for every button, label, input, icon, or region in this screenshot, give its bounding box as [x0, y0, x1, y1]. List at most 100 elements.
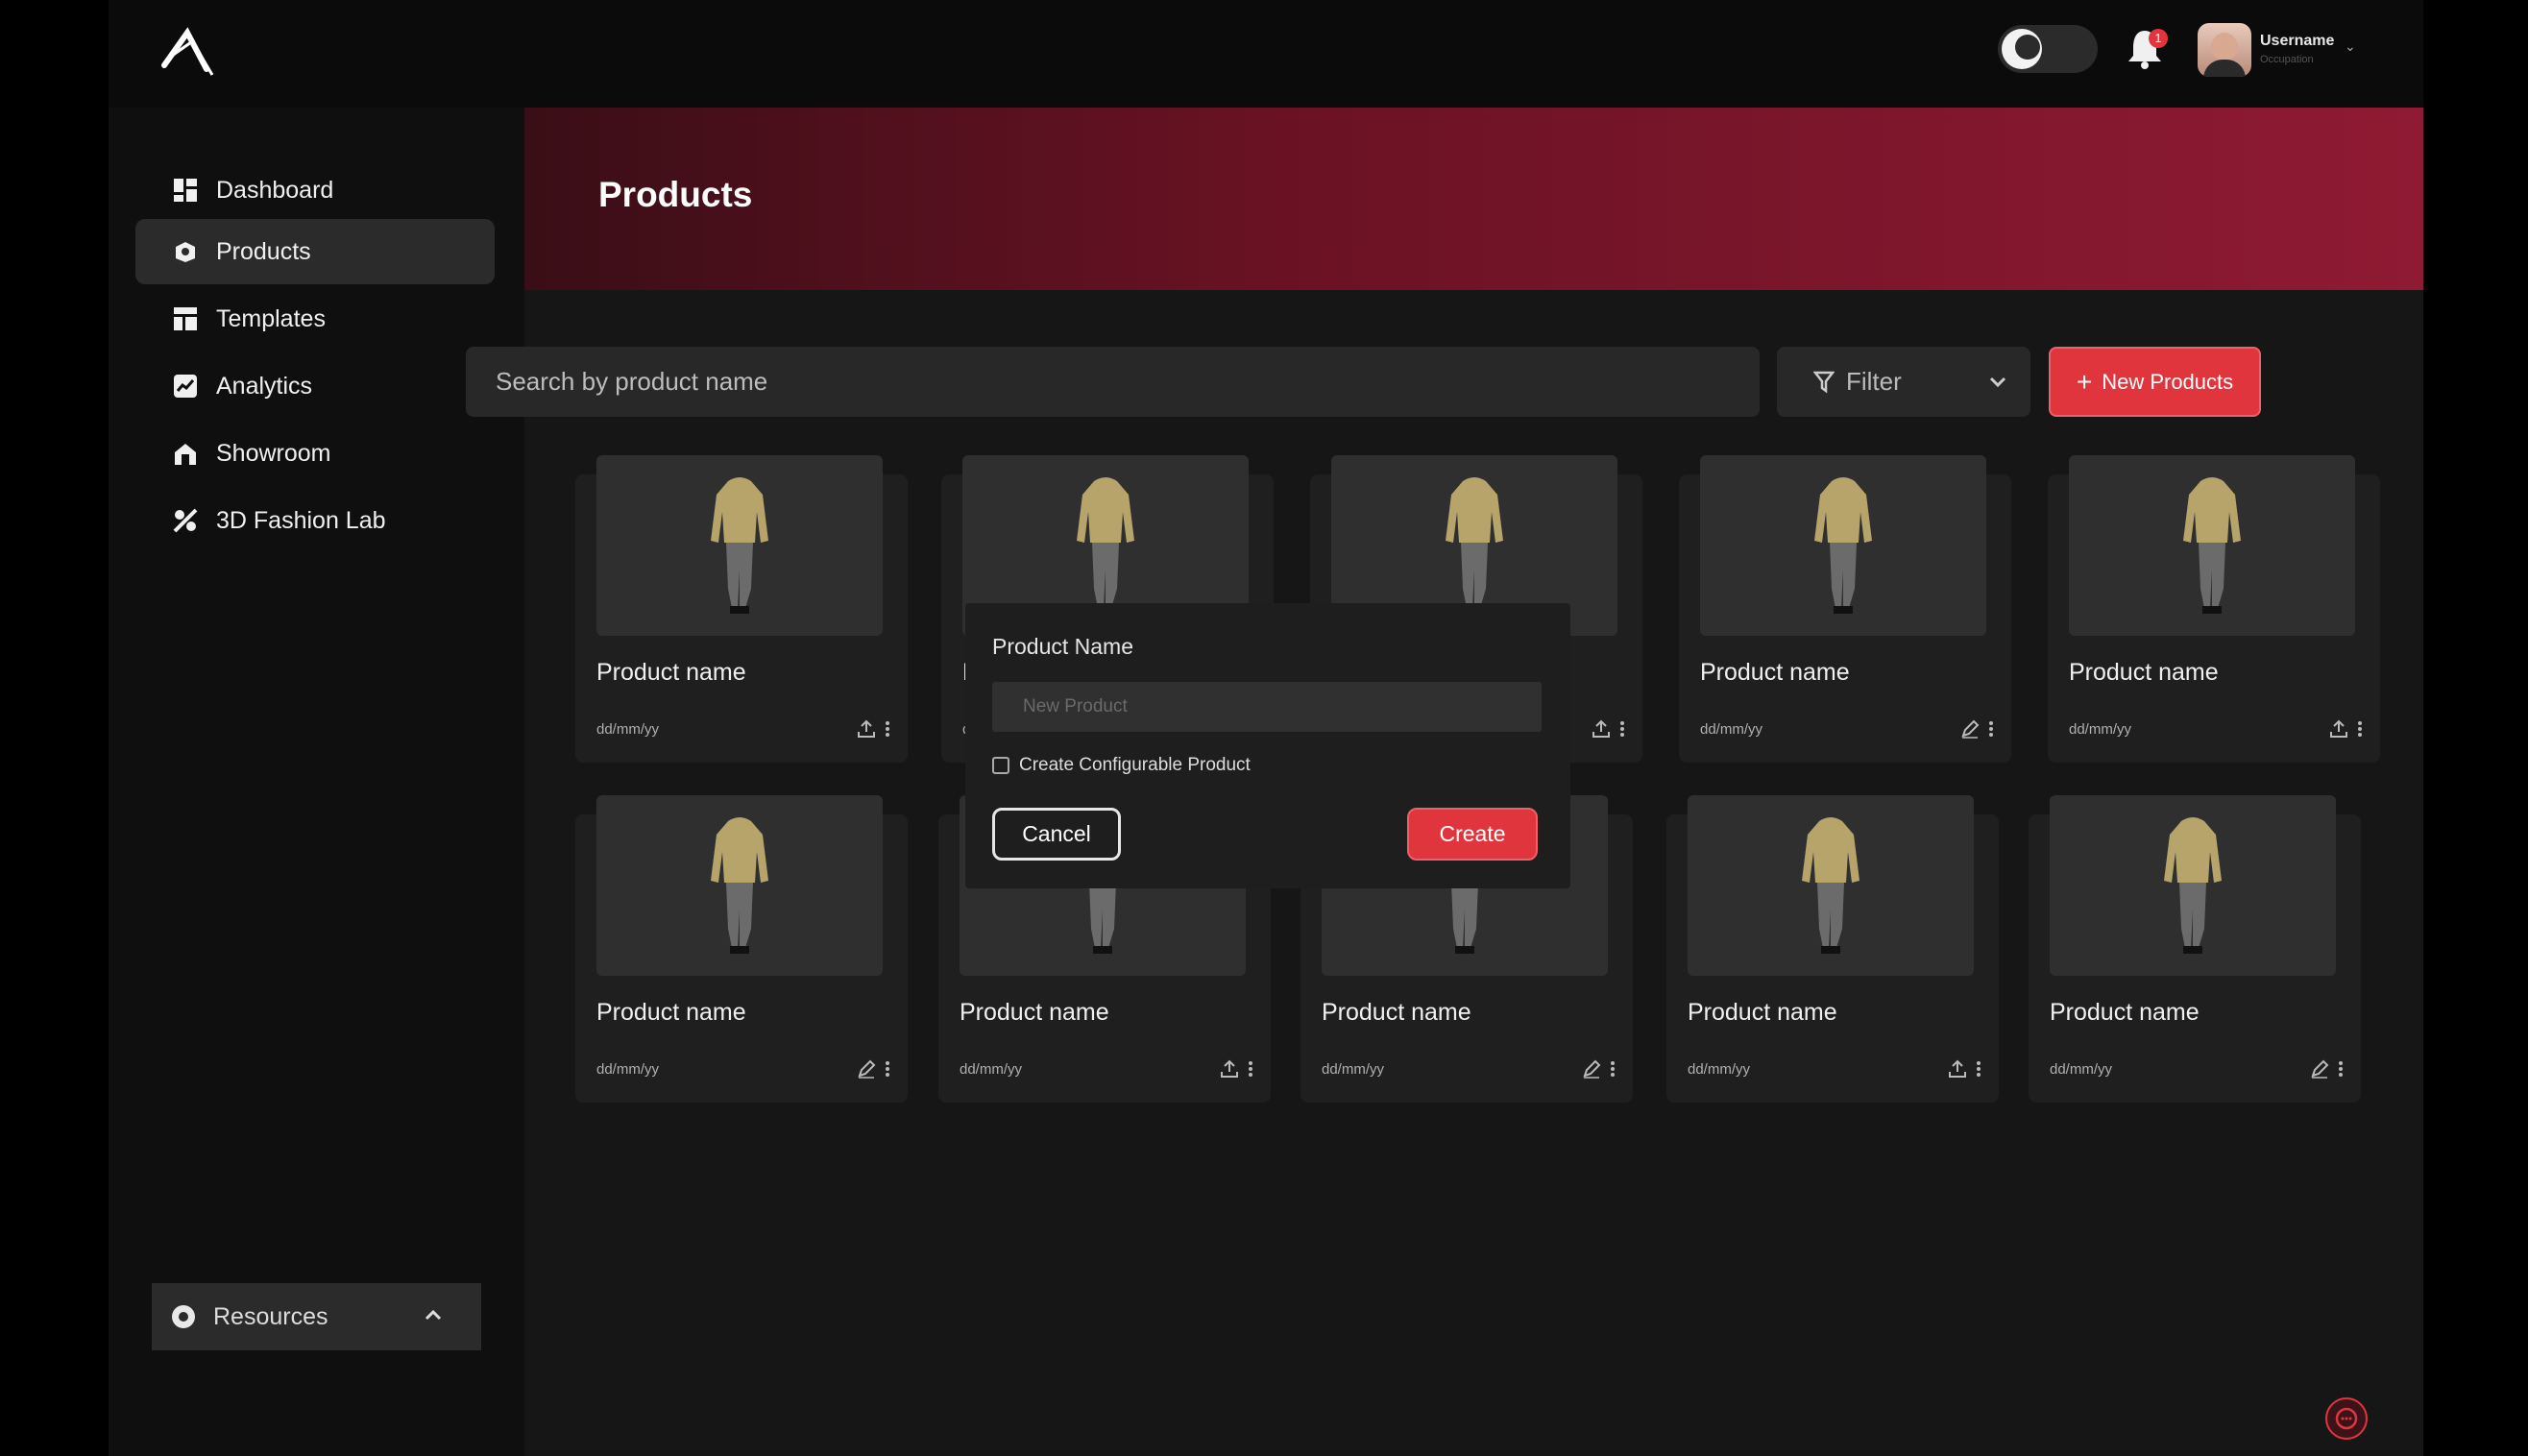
chevron-up-icon — [425, 1309, 442, 1321]
product-name-input[interactable] — [992, 682, 1542, 732]
sidebar: Dashboard Products Templates Analytics S… — [109, 108, 524, 1456]
create-button[interactable]: Create — [1407, 808, 1538, 861]
more-options-icon[interactable] — [1988, 718, 1994, 740]
search-input[interactable] — [496, 367, 1760, 397]
new-product-dialog: Product Name Create Configurable Product… — [965, 603, 1570, 888]
chat-icon — [2335, 1407, 2358, 1430]
product-date: dd/mm/yy — [2050, 1061, 2113, 1078]
configurable-checkbox-label: Create Configurable Product — [1019, 755, 1251, 775]
templates-icon — [172, 305, 199, 332]
product-thumbnail[interactable] — [2050, 795, 2336, 976]
showroom-icon — [172, 440, 199, 467]
more-options-icon[interactable] — [1248, 1058, 1253, 1080]
product-name-label: Product Name — [992, 634, 1134, 659]
product-name: Product name — [2050, 999, 2200, 1026]
edit-icon[interactable] — [1581, 1058, 1602, 1080]
theme-toggle[interactable] — [1998, 25, 2098, 73]
sidebar-item-analytics[interactable]: Analytics — [135, 353, 495, 419]
notification-badge: 1 — [2149, 29, 2168, 48]
product-thumbnail[interactable] — [596, 795, 883, 976]
top-bar: 1 Username Occupation ⌄ — [109, 0, 2423, 108]
product-thumbnail[interactable] — [2069, 455, 2355, 636]
brand-logo — [161, 27, 214, 76]
product-date: dd/mm/yy — [1688, 1061, 1751, 1078]
product-card[interactable]: Product name dd/mm/yy — [575, 455, 908, 763]
edit-icon[interactable] — [856, 1058, 877, 1080]
product-thumbnail[interactable] — [596, 455, 883, 636]
product-card[interactable]: Product name dd/mm/yy — [2048, 455, 2380, 763]
resources-label: Resources — [213, 1302, 328, 1330]
sidebar-item-label: Templates — [216, 304, 326, 332]
moon-icon — [2002, 29, 2042, 69]
product-thumbnail[interactable] — [1700, 455, 1986, 636]
user-occupation: Occupation — [2260, 54, 2314, 65]
chevron-down-icon — [1989, 376, 2006, 388]
avatar[interactable] — [2198, 23, 2251, 77]
product-name: Product name — [960, 999, 1109, 1026]
product-name: Product name — [2069, 659, 2219, 686]
sidebar-item-products[interactable]: Products — [135, 219, 495, 284]
more-options-icon[interactable] — [1976, 1058, 1981, 1080]
sidebar-item-label: Products — [216, 237, 311, 265]
product-thumbnail[interactable] — [1688, 795, 1974, 976]
configurable-checkbox[interactable]: Create Configurable Product — [992, 755, 1251, 776]
more-options-icon[interactable] — [2357, 718, 2363, 740]
cancel-button[interactable]: Cancel — [992, 808, 1121, 861]
upload-icon[interactable] — [2328, 718, 2349, 740]
checkbox[interactable] — [992, 757, 1009, 774]
notification-button[interactable]: 1 — [2126, 27, 2170, 75]
dashboard-icon — [172, 177, 199, 204]
filter-label: Filter — [1846, 367, 1902, 396]
more-options-icon[interactable] — [2338, 1058, 2344, 1080]
username[interactable]: Username — [2260, 33, 2334, 50]
sidebar-item-label: Showroom — [216, 439, 331, 467]
fashion-lab-icon — [172, 507, 199, 534]
product-name: Product name — [1700, 659, 1850, 686]
resources-menu[interactable]: Resources — [152, 1283, 481, 1350]
sidebar-item-templates[interactable]: Templates — [135, 286, 495, 352]
product-name: Product name — [1688, 999, 1837, 1026]
product-card[interactable]: Product name dd/mm/yy — [2029, 795, 2361, 1103]
upload-icon[interactable] — [1219, 1058, 1240, 1080]
new-products-label: New Products — [2102, 369, 2234, 394]
sidebar-item-dashboard[interactable]: Dashboard — [135, 158, 495, 223]
product-date: dd/mm/yy — [1322, 1061, 1385, 1078]
product-card[interactable]: Product name dd/mm/yy — [1679, 455, 2011, 763]
edit-icon[interactable] — [1959, 718, 1981, 740]
product-date: dd/mm/yy — [1700, 721, 1763, 738]
sidebar-item-label: Dashboard — [216, 176, 334, 204]
product-date: dd/mm/yy — [2069, 721, 2132, 738]
product-date: dd/mm/yy — [960, 1061, 1023, 1078]
more-options-icon[interactable] — [1610, 1058, 1616, 1080]
new-products-button[interactable]: + New Products — [2049, 347, 2261, 417]
chevron-down-icon[interactable]: ⌄ — [2345, 38, 2356, 55]
filter-dropdown[interactable]: Filter — [1777, 347, 2030, 417]
analytics-icon — [172, 373, 199, 400]
search-bar[interactable] — [466, 347, 1760, 417]
product-date: dd/mm/yy — [596, 721, 660, 738]
sidebar-item-showroom[interactable]: Showroom — [135, 421, 495, 486]
product-name: Product name — [596, 999, 746, 1026]
more-options-icon[interactable] — [885, 718, 890, 740]
plus-icon: + — [2076, 366, 2093, 397]
page-header-banner: Products — [524, 108, 2423, 290]
product-date: dd/mm/yy — [596, 1061, 660, 1078]
product-card[interactable]: Product name dd/mm/yy — [1666, 795, 1999, 1103]
more-options-icon[interactable] — [1619, 718, 1625, 740]
edit-icon[interactable] — [2309, 1058, 2330, 1080]
upload-icon[interactable] — [1947, 1058, 1968, 1080]
chat-button[interactable] — [2325, 1397, 2368, 1440]
product-name: Product name — [596, 659, 746, 686]
upload-icon[interactable] — [856, 718, 877, 740]
products-icon — [172, 238, 199, 265]
product-card[interactable]: Product name dd/mm/yy — [575, 795, 908, 1103]
more-options-icon[interactable] — [885, 1058, 890, 1080]
page-title: Products — [598, 175, 753, 214]
upload-icon[interactable] — [1591, 718, 1612, 740]
sidebar-item-3d-fashion-lab[interactable]: 3D Fashion Lab — [135, 488, 495, 553]
gear-icon — [172, 1305, 195, 1328]
product-name: Product name — [1322, 999, 1471, 1026]
sidebar-item-label: 3D Fashion Lab — [216, 506, 386, 534]
filter-icon — [1813, 371, 1835, 393]
sidebar-item-label: Analytics — [216, 372, 313, 400]
